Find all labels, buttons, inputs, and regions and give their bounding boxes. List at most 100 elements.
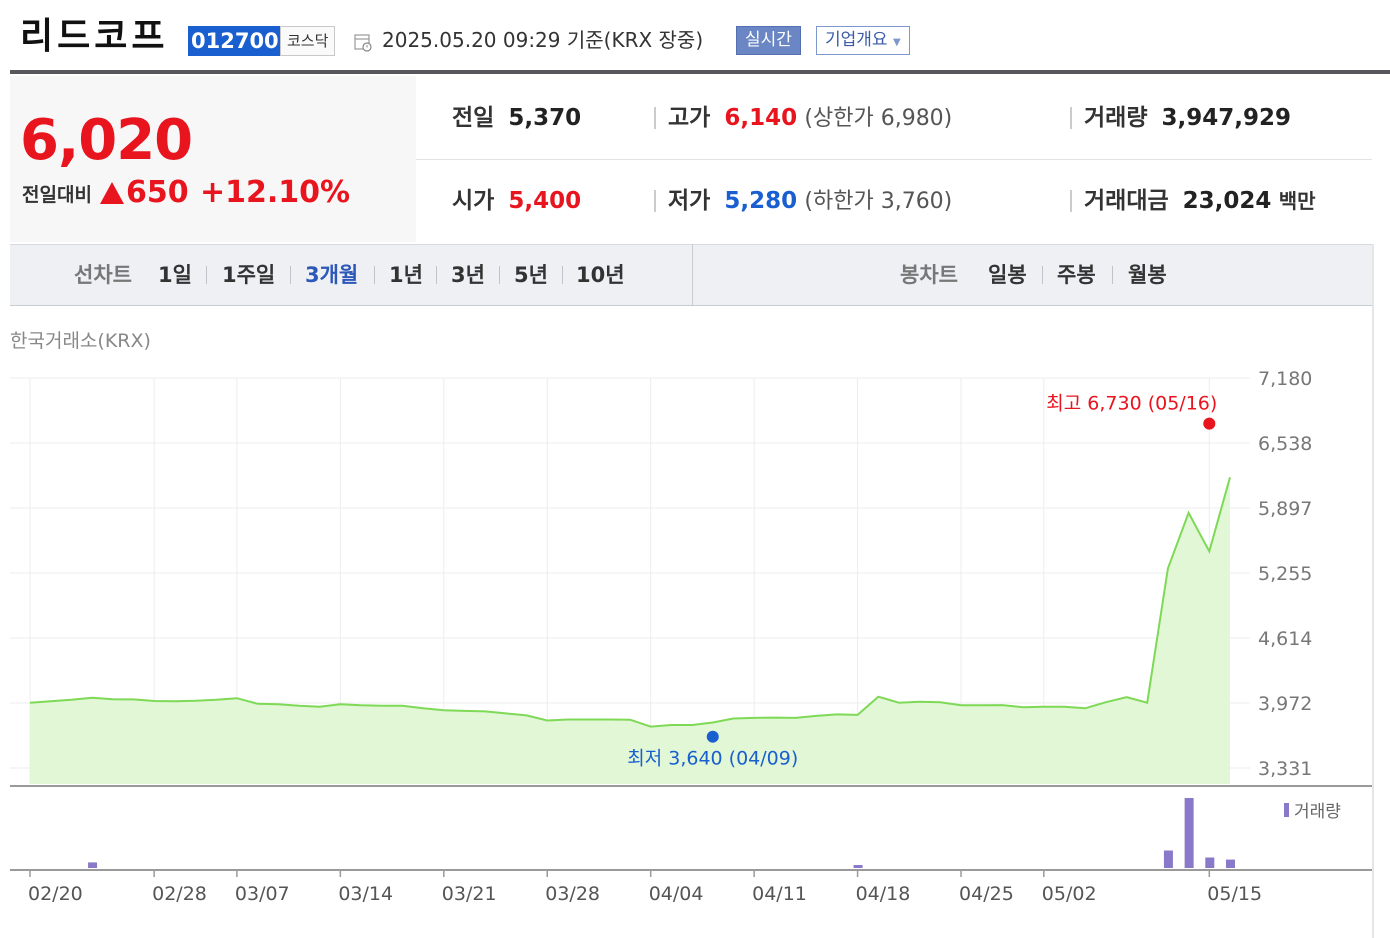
volume-bar: [1205, 857, 1215, 868]
y-axis-ticks: 7,180 6,538 5,897 5,255 4,614 3,972 3,331: [1258, 368, 1312, 780]
stat-label: 전일: [452, 105, 495, 131]
stat-value: 23,024: [1182, 188, 1272, 214]
y-tick-label: 3,972: [1258, 693, 1312, 715]
volume-bar: [1184, 798, 1194, 868]
stat-unit: 백만: [1278, 189, 1316, 213]
separator: [499, 266, 500, 284]
volume-bar: [1163, 850, 1173, 868]
tab-period-1w[interactable]: 1주일: [222, 261, 275, 289]
x-tick-label: 05/02: [1042, 883, 1097, 905]
stat-prev-close: 전일 5,370: [452, 102, 581, 134]
separator: [290, 266, 291, 284]
price-chart: 7,180 6,538 5,897 5,255 4,614 3,972 3,331 최고 6…: [10, 368, 1372, 905]
volume-bar: [1226, 859, 1235, 868]
tab-divider: [692, 244, 693, 305]
tab-period-1y[interactable]: 1년: [389, 261, 423, 289]
price-line: [29, 477, 1231, 728]
stat-value: 5,400: [508, 188, 582, 214]
x-axis-ticks: 02/20 02/28 03/07 03/14 03/21 03/28 04/04 04/11…: [28, 870, 1262, 905]
tab-candle-monthly[interactable]: 월봉: [1128, 261, 1167, 289]
up-arrow-icon: [100, 182, 124, 204]
volume-bar: [853, 865, 863, 868]
price-area: [30, 477, 1230, 784]
stat-low: 저가 5,280 (하한가 3,760): [668, 185, 952, 218]
tab-candle-daily[interactable]: 일봉: [988, 261, 1027, 289]
max-marker: [1203, 417, 1216, 430]
x-tick-label: 03/07: [235, 883, 290, 905]
min-label: 최저 3,640 (04/09): [627, 748, 798, 770]
change-label: 전일대비: [22, 184, 92, 206]
max-label: 최고 6,730 (05/16): [1046, 393, 1217, 415]
stat-value: 5,280: [724, 188, 798, 214]
volume-bar: [88, 862, 98, 868]
stat-label: 시가: [452, 188, 495, 214]
stat-label: 거래대금: [1084, 188, 1169, 214]
tab-line-chart[interactable]: 선차트: [74, 261, 132, 289]
y-tick-label: 4,614: [1258, 628, 1312, 650]
x-tick-label: 03/14: [338, 883, 393, 905]
x-tick-label: 05/15: [1207, 883, 1262, 905]
current-price: 6,020: [20, 108, 193, 173]
separator: [1070, 107, 1072, 129]
x-tick-label: 04/04: [649, 883, 704, 905]
stats-divider: [416, 159, 1372, 160]
separator: [1070, 190, 1072, 212]
y-tick-label: 5,255: [1258, 563, 1312, 585]
chevron-down-icon: ▼: [892, 37, 901, 48]
stat-label: 고가: [668, 105, 711, 131]
stat-volume: 거래량 3,947,929: [1084, 102, 1291, 134]
separator: [1042, 266, 1043, 284]
market-badge: 코스닥: [280, 26, 336, 56]
timestamp: 2025.05.20 09:29 기준(KRX 장중): [382, 28, 704, 52]
realtime-button[interactable]: 실시간: [736, 26, 801, 55]
separator: [654, 107, 656, 129]
separator: [1112, 266, 1113, 284]
volume-legend-label: 거래량: [1294, 802, 1341, 822]
stat-high: 고가 6,140 (상한가 6,980): [668, 102, 952, 135]
y-tick-label: 5,897: [1258, 498, 1312, 520]
y-tick-label: 3,331: [1258, 758, 1312, 780]
y-tick-label: 7,180: [1258, 368, 1312, 390]
separator: [436, 266, 437, 284]
stat-sub: (상한가 6,980): [804, 106, 953, 131]
calendar-icon: [354, 34, 372, 52]
company-overview-button[interactable]: 기업개요 ▼: [816, 26, 910, 55]
separator: [206, 266, 207, 284]
x-tick-label: 02/28: [152, 883, 207, 905]
tab-period-5y[interactable]: 5년: [514, 261, 548, 289]
tab-candle-chart[interactable]: 봉차트: [900, 261, 958, 289]
separator: [654, 190, 656, 212]
separator: [562, 266, 563, 284]
exchange-label: 한국거래소(KRX): [10, 330, 151, 352]
stat-value: 6,140: [724, 105, 798, 131]
x-tick-label: 03/28: [545, 883, 600, 905]
stat-sub: (하한가 3,760): [804, 189, 953, 214]
company-overview-label: 기업개요: [825, 30, 888, 50]
price-change: 650: [126, 175, 189, 210]
x-tick-label: 04/25: [959, 883, 1014, 905]
tab-period-3y[interactable]: 3년: [451, 261, 485, 289]
volume-legend-swatch: [1284, 803, 1289, 817]
stat-value: 5,370: [508, 105, 582, 131]
stat-amount: 거래대금 23,024 백만: [1084, 185, 1316, 217]
header-divider: [10, 70, 1390, 74]
stat-value: 3,947,929: [1161, 105, 1291, 131]
y-tick-label: 6,538: [1258, 433, 1312, 455]
x-tick-label: 04/11: [752, 883, 807, 905]
x-tick-label: 04/18: [856, 883, 911, 905]
stat-open: 시가 5,400: [452, 185, 581, 217]
tab-period-1d[interactable]: 1일: [158, 261, 192, 289]
x-tick-label: 02/20: [28, 883, 83, 905]
change-rate: +12.10%: [200, 175, 351, 210]
chart-tab-bar: [10, 244, 1372, 306]
stock-code[interactable]: 012700: [188, 26, 289, 56]
separator: [374, 266, 375, 284]
volume-bars: 거래량: [88, 798, 1341, 868]
tab-period-3m[interactable]: 3개월: [305, 261, 358, 289]
stock-name: 리드코프: [20, 16, 169, 57]
tab-candle-weekly[interactable]: 주봉: [1057, 261, 1096, 289]
x-tick-label: 03/21: [442, 883, 497, 905]
min-marker: [706, 730, 719, 743]
tab-period-10y[interactable]: 10년: [576, 261, 625, 289]
stat-label: 거래량: [1084, 105, 1148, 131]
